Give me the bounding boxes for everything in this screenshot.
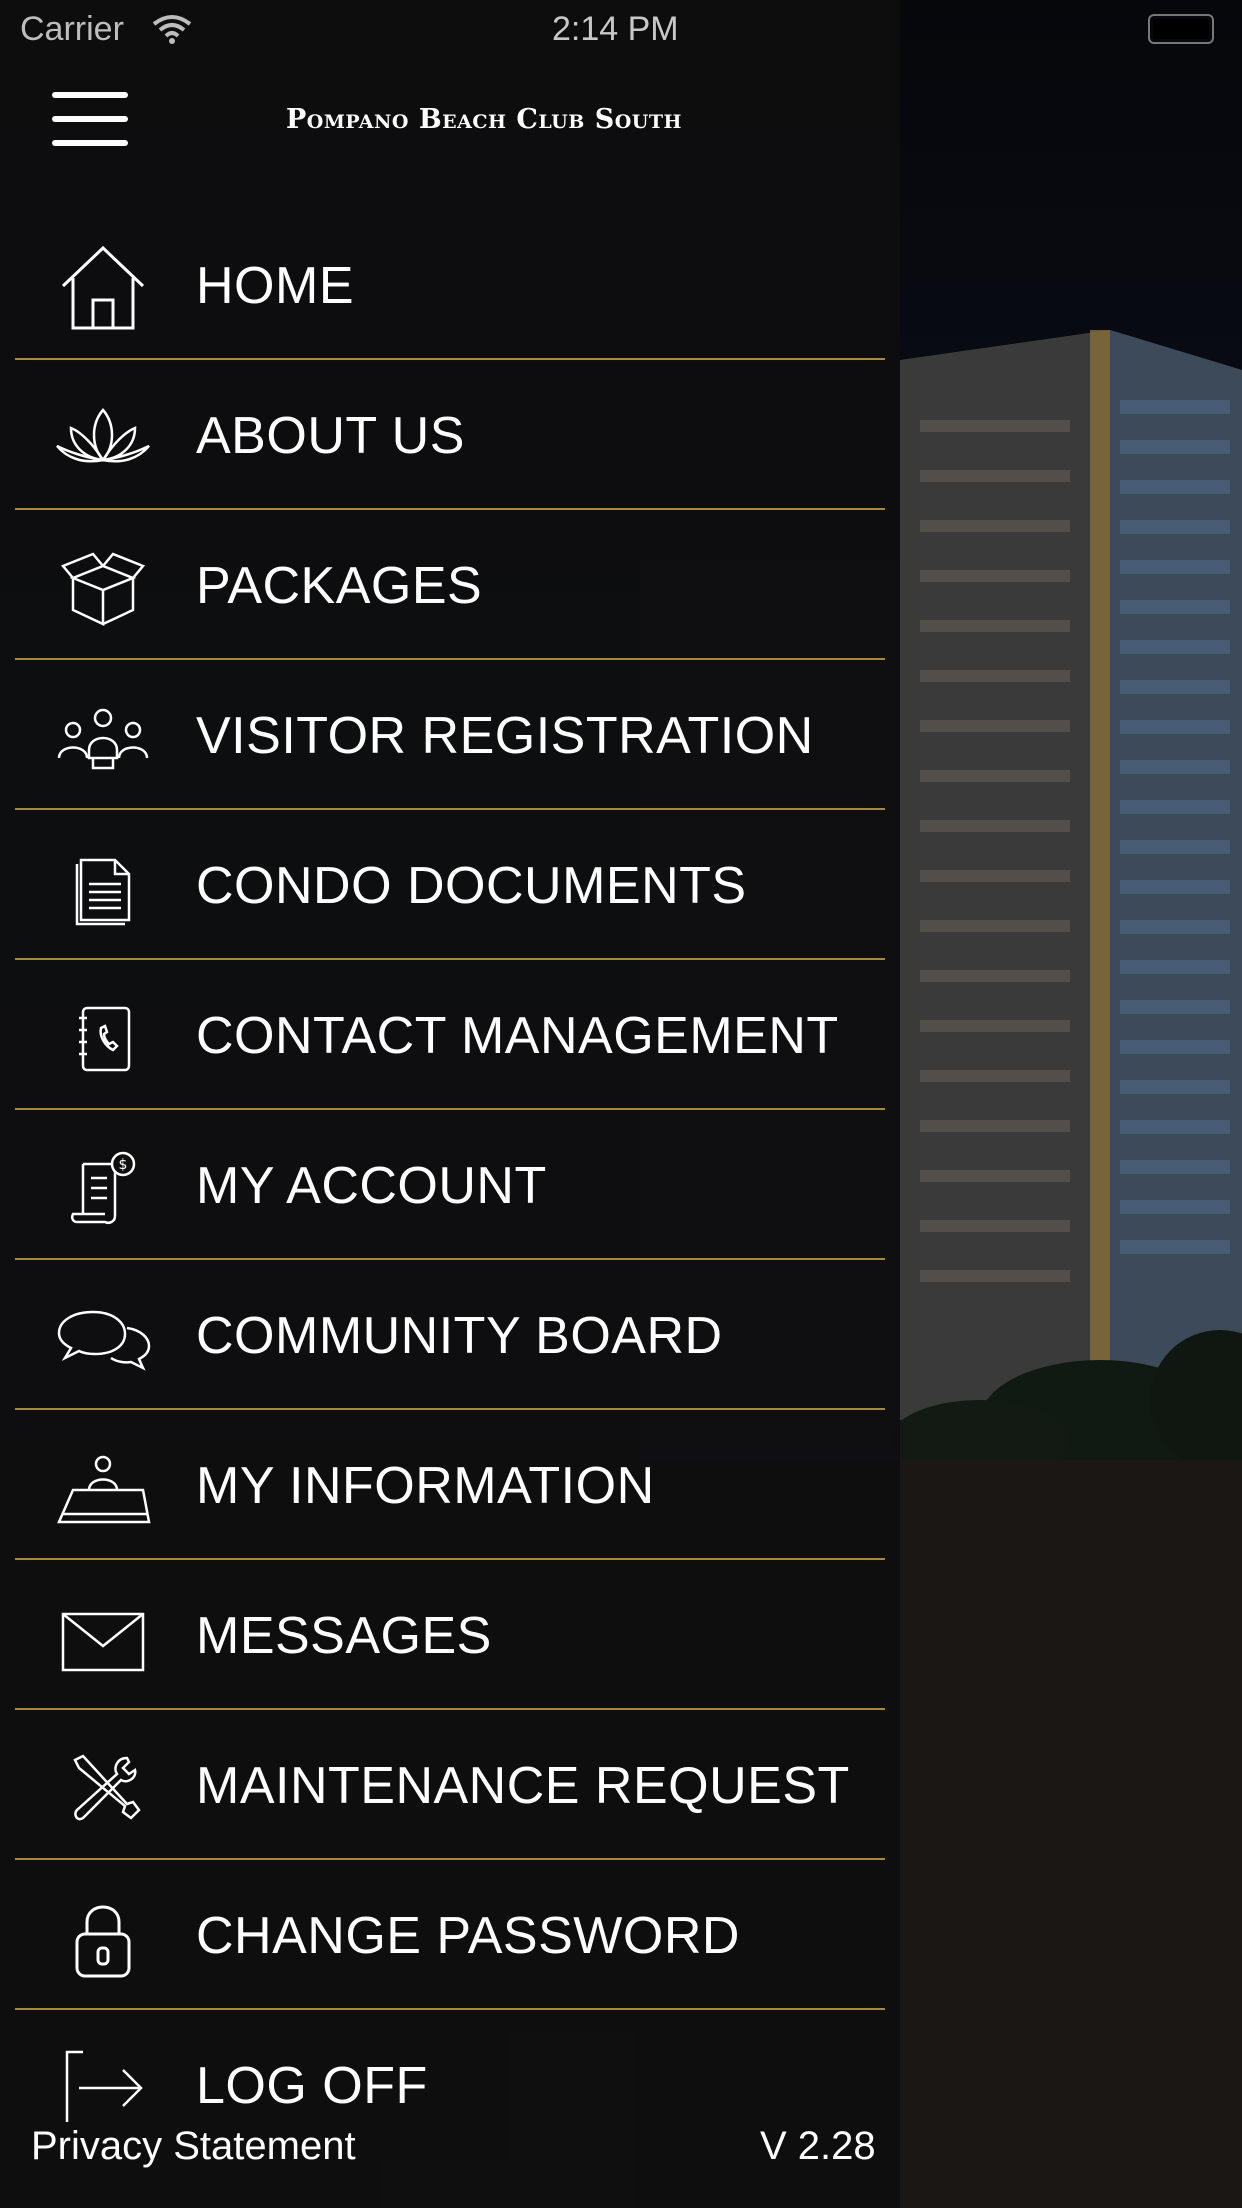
menu-label: CONTACT MANAGEMENT	[196, 1007, 839, 1065]
menu-item-messages[interactable]: MESSAGES	[15, 1560, 885, 1710]
menu-item-community-board[interactable]: COMMUNITY BOARD	[15, 1260, 885, 1410]
envelope-icon	[53, 1588, 153, 1688]
logout-arrow-icon	[53, 2038, 153, 2138]
menu-label: CONDO DOCUMENTS	[196, 857, 747, 915]
menu-label: MESSAGES	[196, 1607, 492, 1665]
menu-item-my-information[interactable]: MY INFORMATION	[15, 1410, 885, 1560]
app-title: Pompano Beach Club South	[286, 104, 682, 135]
home-icon	[53, 238, 153, 338]
app-version-label: V 2.28	[760, 2124, 876, 2168]
menu-item-visitor-registration[interactable]: VISITOR REGISTRATION	[15, 660, 885, 810]
menu-label: LOG OFF	[196, 2057, 428, 2115]
lotus-icon	[53, 388, 153, 488]
carrier-label: Carrier	[20, 10, 124, 48]
privacy-statement-link[interactable]: Privacy Statement	[31, 2124, 356, 2169]
menu-item-contact-management[interactable]: CONTACT MANAGEMENT	[15, 960, 885, 1110]
menu-label: ABOUT US	[196, 407, 465, 465]
menu-label: CHANGE PASSWORD	[196, 1907, 740, 1965]
svg-text:$: $	[119, 1157, 128, 1173]
menu-label: MY ACCOUNT	[196, 1157, 547, 1215]
document-icon	[53, 838, 153, 938]
menu-label: MAINTENANCE REQUEST	[196, 1757, 850, 1815]
hamburger-icon[interactable]	[52, 90, 128, 148]
menu-label: COMMUNITY BOARD	[196, 1307, 723, 1365]
menu-item-change-password[interactable]: CHANGE PASSWORD	[15, 1860, 885, 2010]
padlock-icon	[53, 1888, 153, 1988]
address-book-icon	[53, 988, 153, 1088]
tools-icon	[53, 1738, 153, 1838]
chat-bubbles-icon	[53, 1288, 153, 1388]
battery-icon	[1148, 14, 1214, 44]
menu-item-home[interactable]: HOME	[15, 210, 885, 360]
menu-label: MY INFORMATION	[196, 1457, 655, 1515]
menu-item-packages[interactable]: PACKAGES	[15, 510, 885, 660]
status-bar: Carrier 2:14 PM	[0, 0, 1242, 60]
menu-item-condo-documents[interactable]: CONDO DOCUMENTS	[15, 810, 885, 960]
wifi-icon	[150, 12, 194, 49]
menu-item-my-account[interactable]: $ MY ACCOUNT	[15, 1110, 885, 1260]
package-box-icon	[53, 538, 153, 638]
menu-item-maintenance-request[interactable]: MAINTENANCE REQUEST	[15, 1710, 885, 1860]
user-desk-icon	[53, 1438, 153, 1538]
menu-label: PACKAGES	[196, 557, 483, 615]
menu-item-about-us[interactable]: ABOUT US	[15, 360, 885, 510]
bill-dollar-icon: $	[53, 1138, 153, 1238]
menu-label: VISITOR REGISTRATION	[196, 707, 814, 765]
clock-label: 2:14 PM	[552, 10, 679, 48]
drawer-menu: HOME ABOUT US PACKAGES VISITOR REGISTRAT…	[15, 210, 885, 2160]
menu-label: HOME	[196, 257, 354, 315]
people-group-icon	[53, 688, 153, 788]
